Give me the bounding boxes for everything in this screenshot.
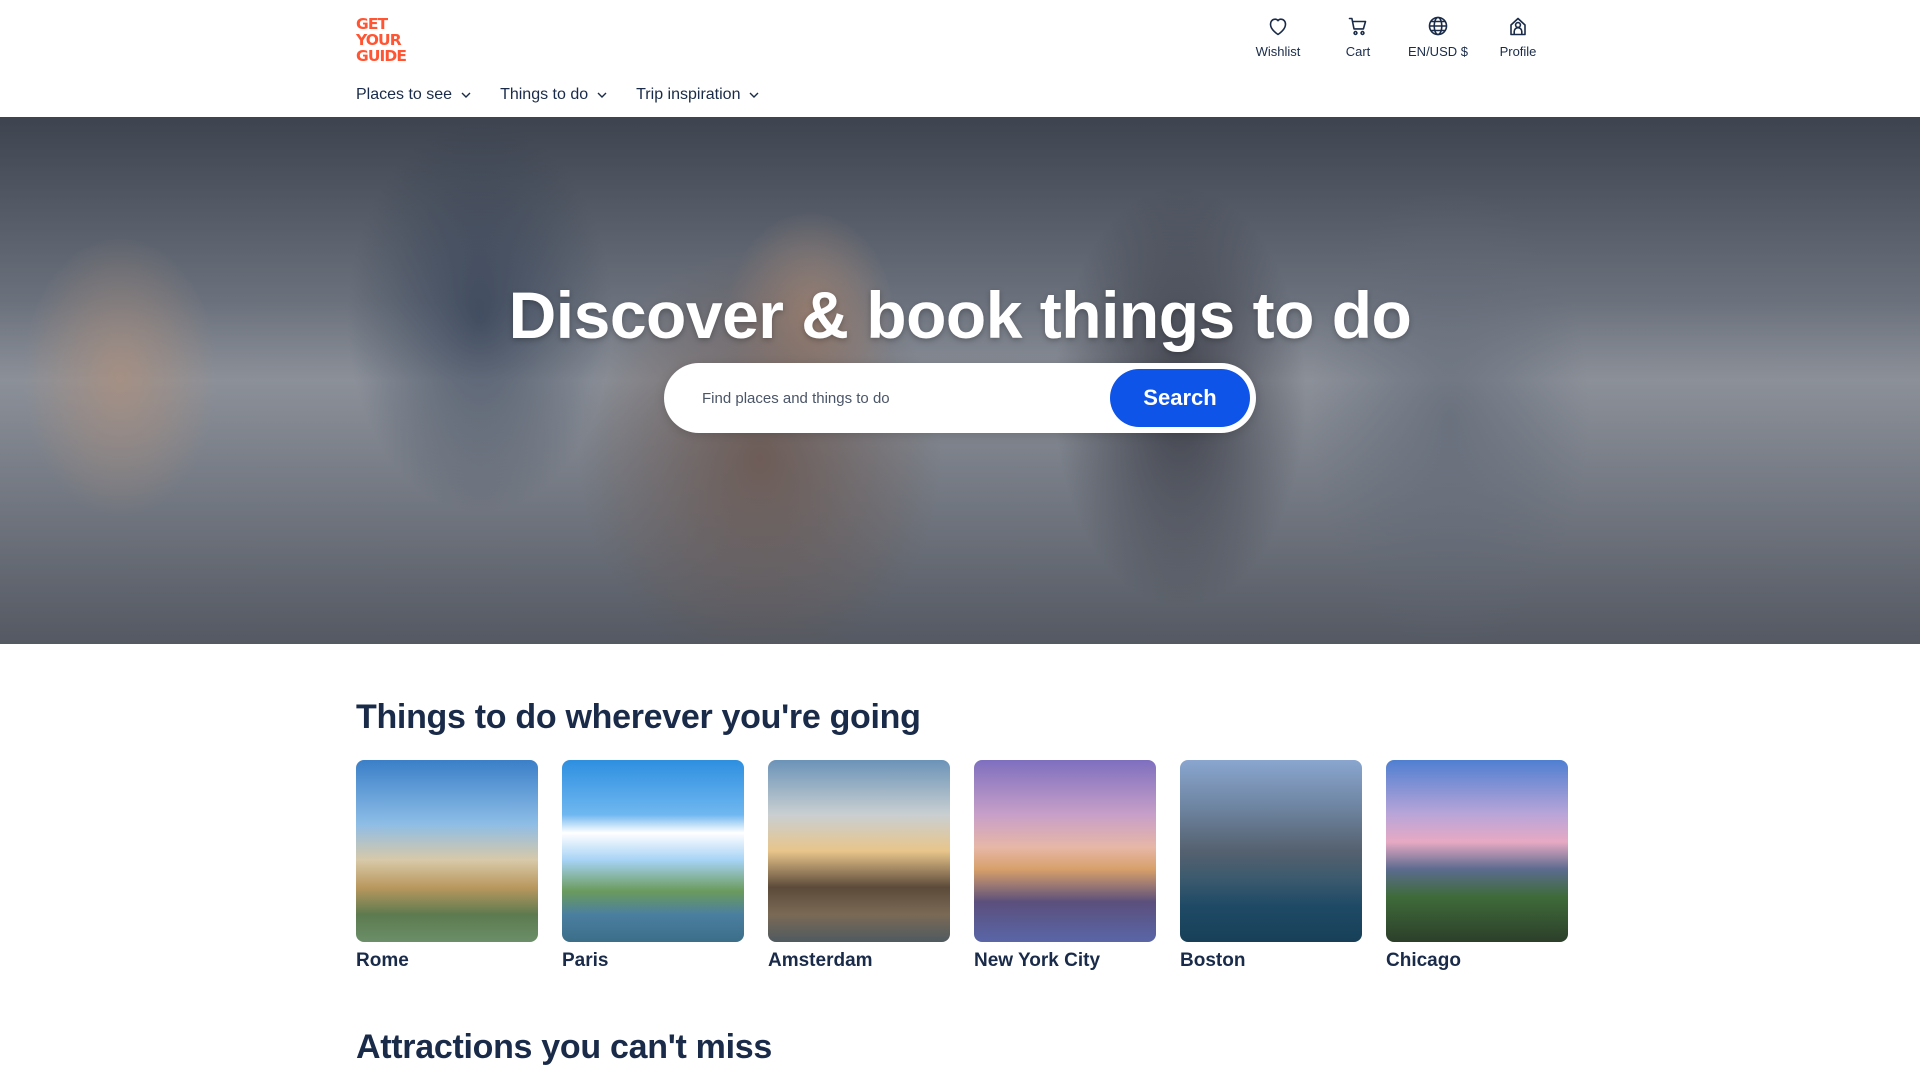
chevron-down-icon [749,92,759,98]
hero-title: Discover & book things to do [508,278,1412,352]
logo-line-1: GET [356,15,388,33]
chicago-image [1386,760,1568,942]
logo-line-2: YOUR [356,31,402,49]
chevron-down-icon [461,92,471,98]
attractions-section-title: Attractions you can't miss [356,1028,772,1066]
destination-card-paris[interactable]: Paris [562,760,744,972]
nav-places-to-see[interactable]: Places to see [356,86,472,104]
search-button[interactable]: Search [1110,369,1250,427]
destination-name: Amsterdam [768,950,873,971]
boston-image [1180,760,1362,942]
destination-name: Paris [562,950,609,971]
destination-card-chicago[interactable]: Chicago [1386,760,1568,972]
nav-things-to-do[interactable]: Things to do [500,86,608,104]
logo-line-3: GUIDE [356,47,407,65]
chevron-down-icon [597,92,607,98]
cart-icon [1348,17,1367,36]
nav-things-to-do-label: Things to do [500,86,589,103]
getyourguide-logo[interactable]: GET YOUR GUIDE [356,15,416,65]
destination-card-new-york-city[interactable]: New York City [974,760,1156,972]
hero-banner: Discover & book things to do Search [0,117,1920,644]
destination-card-amsterdam[interactable]: Amsterdam [768,760,950,972]
destinations-section-title: Things to do wherever you're going [356,698,921,736]
profile-button[interactable]: Profile [1478,14,1558,59]
new-york-city-image [974,760,1156,942]
main-nav: Places to see Things to do Trip inspirat… [356,86,760,104]
destination-name: Chicago [1386,950,1461,971]
profile-label: Profile [1499,44,1537,59]
profile-icon [1510,17,1526,36]
heart-icon [1269,18,1287,36]
site-header: GET YOUR GUIDE Wishlist Cart EN/USD $ Pr… [0,0,1920,117]
utility-nav: Wishlist Cart EN/USD $ Profile [1238,14,1558,59]
search-input[interactable] [702,363,1062,433]
cart-button[interactable]: Cart [1318,14,1398,59]
language-currency-button[interactable]: EN/USD $ [1398,14,1478,59]
wishlist-button[interactable]: Wishlist [1238,14,1318,59]
cart-label: Cart [1345,44,1371,59]
search-bar: Search [664,363,1256,433]
nav-trip-inspiration[interactable]: Trip inspiration [636,86,760,104]
rome-image [356,760,538,942]
nav-trip-inspiration-label: Trip inspiration [636,86,741,103]
destination-card-boston[interactable]: Boston [1180,760,1362,972]
amsterdam-image [768,760,950,942]
destinations-list: Rome Paris Amsterdam New York City Bosto… [356,760,1568,972]
destination-name: Rome [356,950,409,971]
destination-name: Boston [1180,950,1246,971]
destination-card-rome[interactable]: Rome [356,760,538,972]
language-currency-label: EN/USD $ [1408,44,1468,59]
destination-name: New York City [974,950,1101,971]
globe-icon [1428,16,1448,36]
paris-image [562,760,744,942]
nav-places-to-see-label: Places to see [356,86,453,103]
wishlist-label: Wishlist [1255,44,1301,59]
